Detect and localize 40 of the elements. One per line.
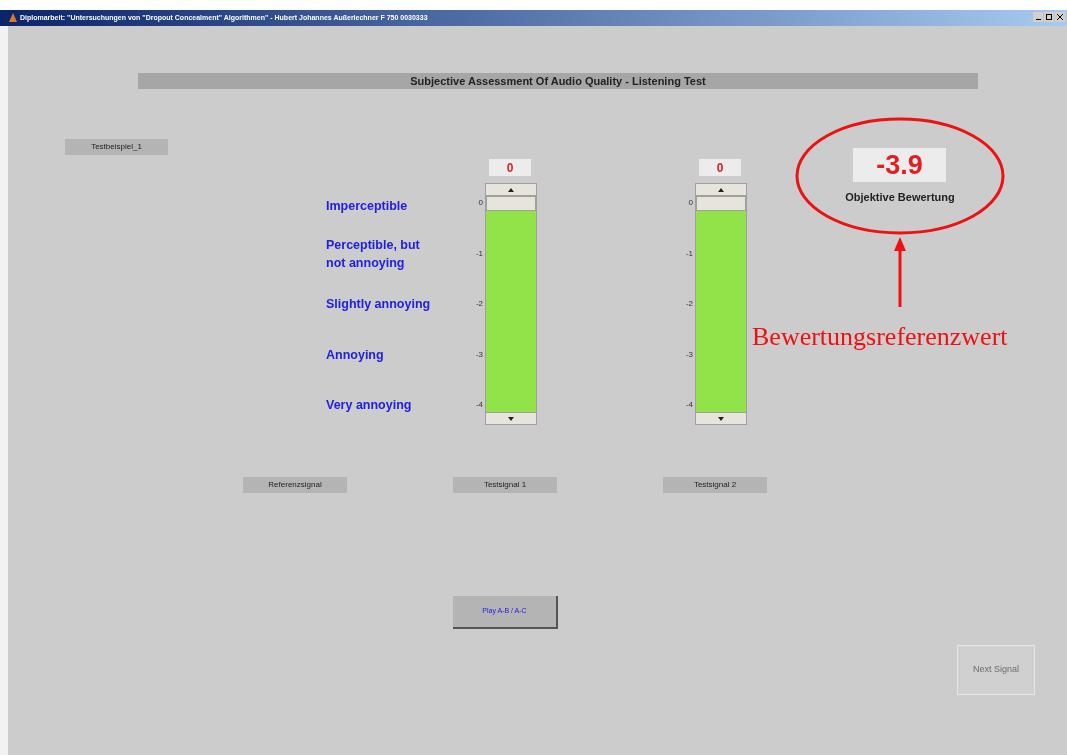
- scale-label: Slightly annoying: [326, 296, 432, 313]
- header-bar: Subjective Assessment Of Audio Quality - Listening Test: [138, 73, 978, 89]
- objective-label: Objektive Bewertung: [844, 190, 956, 205]
- up-arrow-icon: [508, 187, 514, 192]
- scroll-down-button[interactable]: [695, 412, 747, 425]
- app-icon: [8, 12, 18, 23]
- tick-label: 0: [477, 197, 483, 209]
- up-arrow-icon: [893, 237, 907, 307]
- down-arrow-icon: [508, 416, 514, 421]
- tick-label: -1: [684, 247, 693, 260]
- tick-label: -3: [474, 348, 483, 361]
- objective-score: -3.9: [853, 148, 946, 182]
- annotation-text: Bewertungsreferenzwert: [752, 321, 1008, 353]
- slider-thumb[interactable]: [696, 196, 746, 211]
- close-icon[interactable]: [1055, 12, 1065, 22]
- value-field: 0: [699, 159, 741, 176]
- value-field: 0: [489, 159, 531, 176]
- signal-button[interactable]: Testsignal 2: [663, 477, 767, 493]
- signal-button[interactable]: Referenzsignal: [243, 477, 347, 493]
- scale-label: Annoying: [326, 347, 385, 364]
- tick-label: -4: [474, 399, 483, 411]
- down-arrow-icon: [718, 416, 724, 421]
- signal-button[interactable]: Testsignal 1: [453, 477, 557, 493]
- tick-label: -3: [684, 348, 693, 361]
- tick-label: -4: [684, 399, 693, 411]
- minimize-icon[interactable]: [1033, 12, 1043, 22]
- scale-label: Imperceptible: [326, 198, 409, 215]
- scale-label: Perceptible, but not annoying: [326, 237, 421, 272]
- scale-label: Very annoying: [326, 397, 413, 414]
- tick-label: -1: [474, 247, 483, 260]
- scroll-down-button[interactable]: [485, 412, 537, 425]
- scroll-up-button[interactable]: [695, 183, 747, 196]
- slider-thumb[interactable]: [486, 196, 536, 211]
- maximize-icon[interactable]: [1044, 12, 1054, 22]
- tick-label: -2: [684, 298, 693, 310]
- scroll-up-button[interactable]: [485, 183, 537, 196]
- tick-label: -2: [474, 298, 483, 310]
- example-label: Testbeispiel_1: [65, 139, 168, 155]
- tick-label: 0: [687, 197, 693, 209]
- up-arrow-icon: [718, 187, 724, 192]
